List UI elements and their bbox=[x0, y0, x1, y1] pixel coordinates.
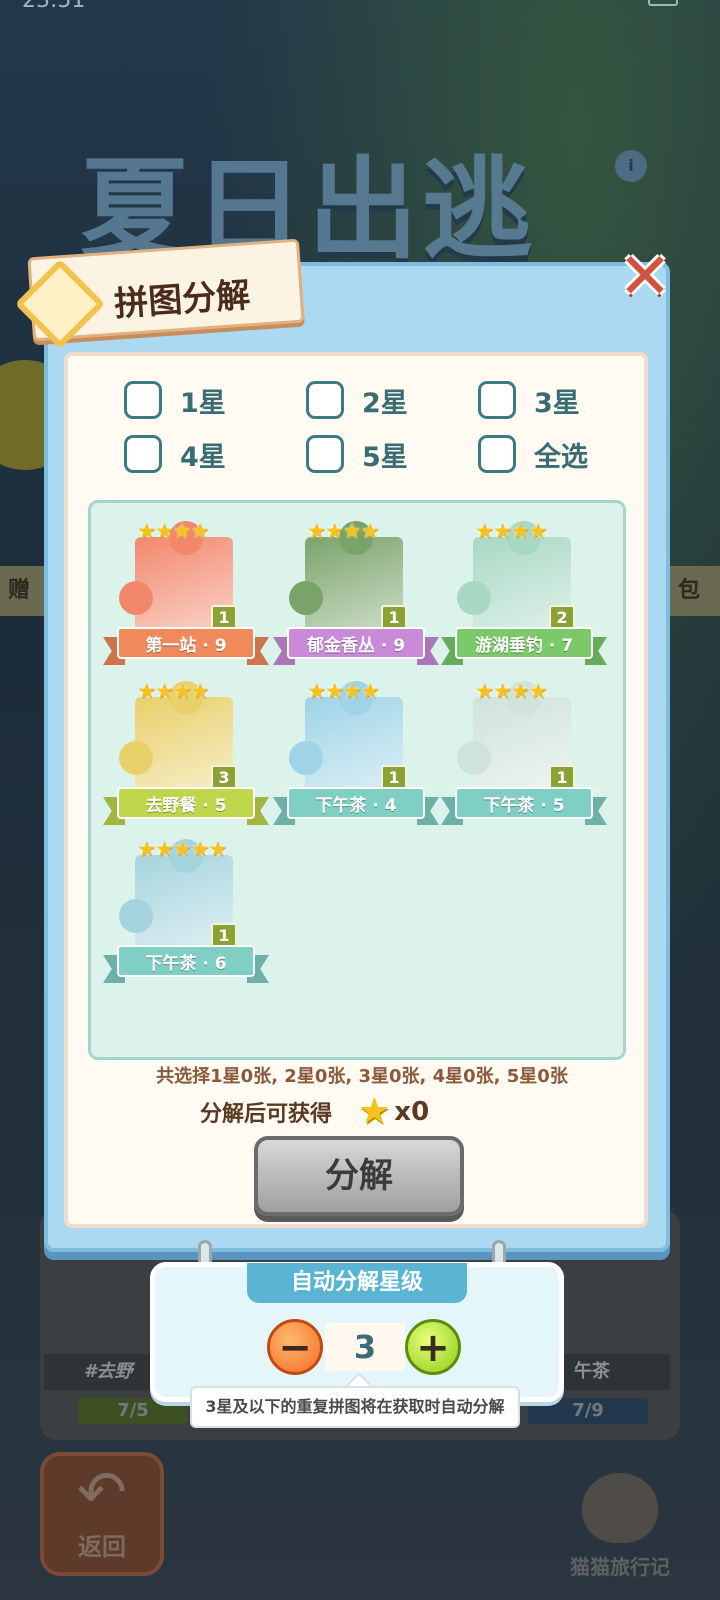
close-icon: ✕ bbox=[618, 240, 672, 314]
star-rating: ★★★★★ bbox=[137, 837, 227, 861]
puzzle-piece-grid: ★★★★ 1 第一站 · 9 ★★★★ 1 郁金香丛 · 9 ★★★★ 2 游湖垂钓 · 7… bbox=[88, 500, 626, 1060]
star-rating: ★★★★ bbox=[307, 519, 379, 543]
checkbox[interactable] bbox=[124, 381, 162, 419]
puzzle-piece[interactable]: ★★★★ 1 下午茶 · 5 bbox=[441, 667, 607, 827]
star-icon: ★ bbox=[358, 1091, 391, 1132]
piece-knob bbox=[119, 581, 153, 615]
checkbox[interactable] bbox=[306, 381, 344, 419]
star-rating: ★★★★ bbox=[307, 679, 379, 703]
close-button[interactable]: ✕ bbox=[614, 245, 676, 309]
star-rating: ★★★★ bbox=[475, 519, 547, 543]
piece-name: 游湖垂钓 · 7 bbox=[455, 627, 593, 659]
checkbox[interactable] bbox=[478, 435, 516, 473]
back-button[interactable]: ↶ 返回 bbox=[40, 1452, 164, 1576]
back-arrow-icon: ↶ bbox=[76, 1458, 128, 1528]
gain-count: x0 bbox=[394, 1097, 430, 1127]
decompose-button[interactable]: 分解 bbox=[254, 1136, 464, 1216]
filter-1-star[interactable]: 1星 bbox=[124, 380, 226, 420]
puzzle-piece[interactable]: ★★★★ 1 郁金香丛 · 9 bbox=[273, 507, 439, 667]
gain-line: 分解后可获得 ★ x0 bbox=[200, 1094, 429, 1130]
filter-3-star[interactable]: 3星 bbox=[478, 380, 580, 420]
piece-name: 郁金香丛 · 9 bbox=[287, 627, 425, 659]
puzzle-piece[interactable]: ★★★★ 1 下午茶 · 4 bbox=[273, 667, 439, 827]
puzzle-piece[interactable]: ★★★★★ 1 下午茶 · 6 bbox=[103, 825, 269, 985]
event-title: 夏日出逃记 bbox=[80, 146, 536, 434]
filter-label: 2星 bbox=[362, 387, 408, 419]
piece-knob bbox=[289, 581, 323, 615]
checkbox[interactable] bbox=[478, 381, 516, 419]
status-time: 23:51 bbox=[22, 0, 86, 13]
checkbox[interactable] bbox=[124, 435, 162, 473]
piece-knob bbox=[119, 741, 153, 775]
bg-card-label-right: 午茶 bbox=[560, 1354, 670, 1390]
piece-name: 下午茶 · 4 bbox=[287, 787, 425, 819]
battery-icon bbox=[648, 0, 678, 6]
star-rating: ★★★★ bbox=[137, 679, 209, 703]
piece-knob bbox=[457, 741, 491, 775]
piece-name: 去野餐 · 5 bbox=[117, 787, 255, 819]
filter-label: 全选 bbox=[534, 441, 588, 473]
filter-select-all[interactable]: 全选 bbox=[478, 434, 588, 474]
checkbox[interactable] bbox=[306, 435, 344, 473]
star-level-value: 3 bbox=[325, 1323, 405, 1371]
filter-4-star[interactable]: 4星 bbox=[124, 434, 226, 474]
selection-summary: 共选择1星0张, 2星0张, 3星0张, 4星0张, 5星0张 bbox=[156, 1066, 568, 1087]
filter-5-star[interactable]: 5星 bbox=[306, 434, 408, 474]
auto-decompose-header: 自动分解星级 bbox=[247, 1263, 467, 1303]
filter-label: 4星 bbox=[180, 441, 226, 473]
filter-label: 1星 bbox=[180, 387, 226, 419]
bg-card-label-left: #去野 bbox=[44, 1354, 154, 1390]
star-filter-grid: 1星 2星 3星 4星 5星 全选 bbox=[124, 380, 614, 480]
info-icon[interactable]: i bbox=[615, 150, 647, 182]
piece-name: 下午茶 · 6 bbox=[117, 945, 255, 977]
right-banner: 包 bbox=[668, 566, 720, 616]
increase-button[interactable]: + bbox=[405, 1319, 461, 1375]
puzzle-piece[interactable]: ★★★★ 2 游湖垂钓 · 7 bbox=[441, 507, 607, 667]
star-rating: ★★★★ bbox=[137, 519, 209, 543]
puzzle-piece[interactable]: ★★★★ 1 第一站 · 9 bbox=[103, 507, 269, 667]
filter-label: 5星 bbox=[362, 441, 408, 473]
piece-knob bbox=[457, 581, 491, 615]
auto-decompose-hint: 3星及以下的重复拼图将在获取时自动分解 bbox=[190, 1386, 520, 1428]
dialog-title: 拼图分解 bbox=[113, 275, 252, 325]
piece-knob bbox=[289, 741, 323, 775]
gain-label: 分解后可获得 bbox=[200, 1102, 333, 1127]
decrease-button[interactable]: − bbox=[267, 1319, 323, 1375]
filter-2-star[interactable]: 2星 bbox=[306, 380, 408, 420]
cat-face-icon bbox=[582, 1473, 658, 1543]
piece-knob bbox=[119, 899, 153, 933]
piece-name: 下午茶 · 5 bbox=[455, 787, 593, 819]
game-logo: 猫猫旅行记 bbox=[560, 1450, 680, 1580]
back-button-label: 返回 bbox=[78, 1533, 126, 1561]
puzzle-piece[interactable]: ★★★★ 3 去野餐 · 5 bbox=[103, 667, 269, 827]
left-banner: 赠 bbox=[0, 566, 48, 616]
filter-label: 3星 bbox=[534, 387, 580, 419]
star-rating: ★★★★ bbox=[475, 679, 547, 703]
piece-name: 第一站 · 9 bbox=[117, 627, 255, 659]
logo-text: 猫猫旅行记 bbox=[570, 1555, 670, 1579]
